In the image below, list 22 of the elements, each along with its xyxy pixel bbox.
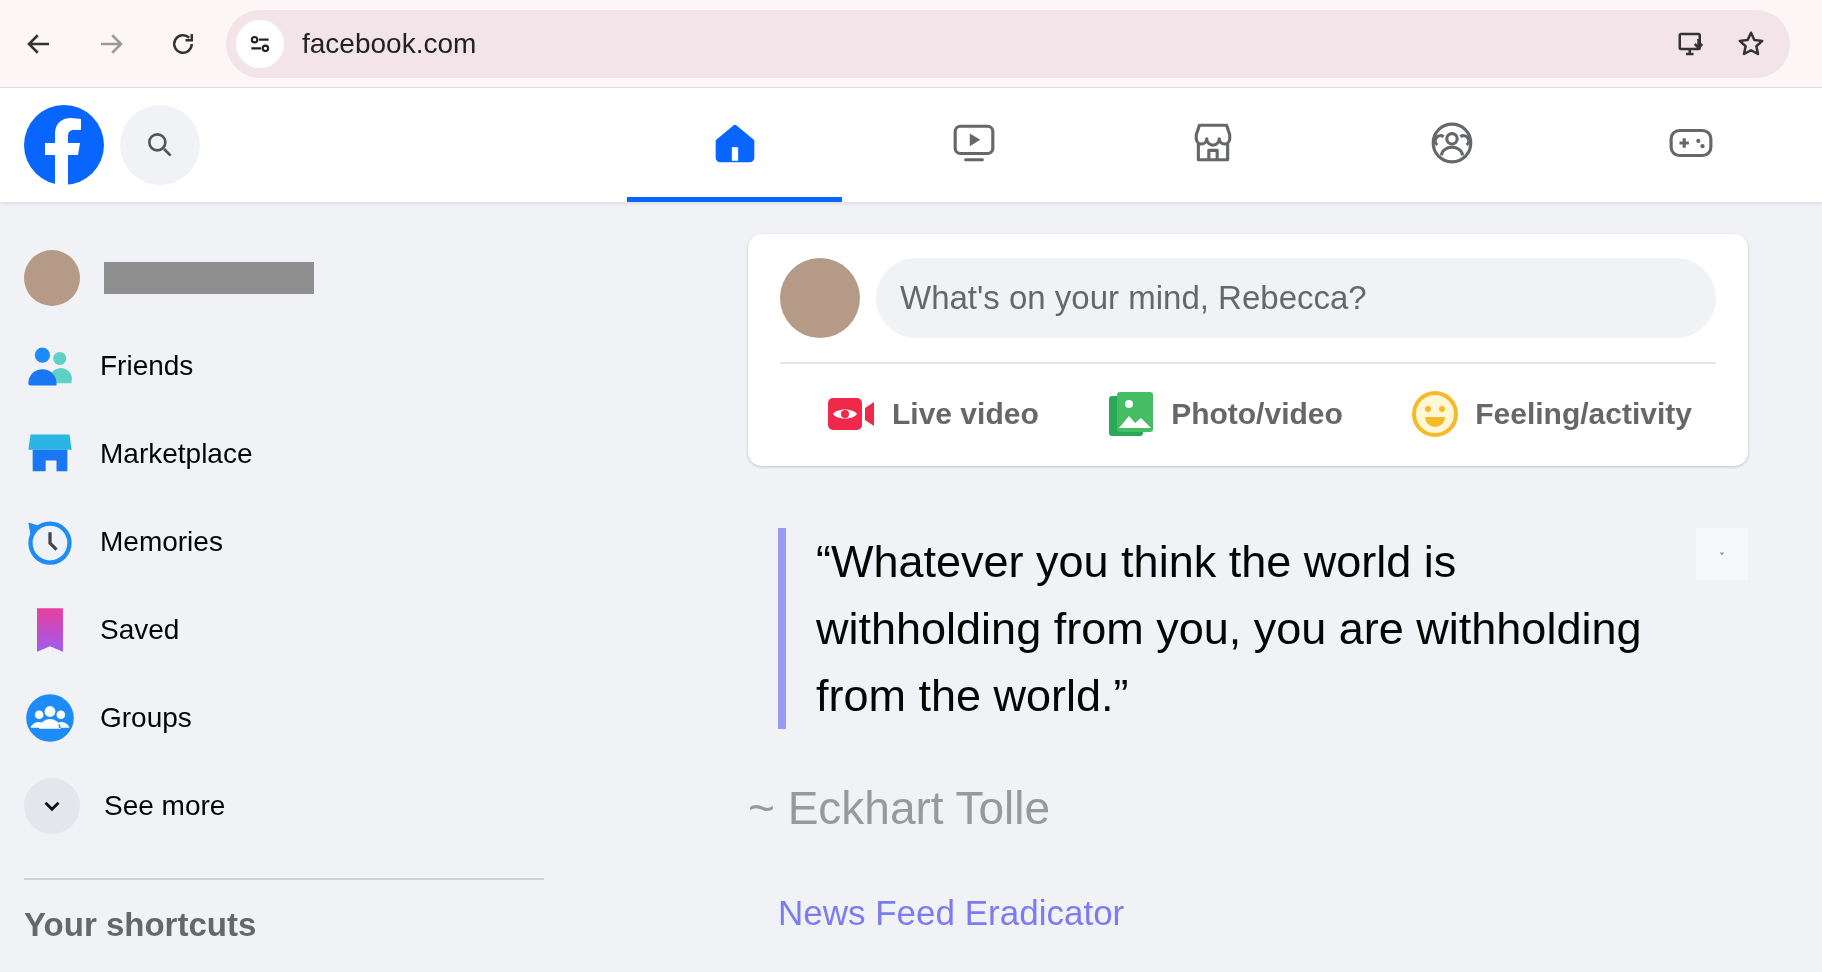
sidebar-item[interactable]: Groups	[24, 674, 544, 762]
sidebar-item[interactable]: See more	[24, 762, 544, 850]
address-bar[interactable]: facebook.com	[226, 9, 1790, 78]
composer-action-button[interactable]: Feeling/activity	[1403, 374, 1700, 454]
smiley-icon	[1411, 390, 1460, 438]
sidebar-item[interactable]: Memories	[24, 498, 544, 586]
caret-icon	[1718, 550, 1726, 558]
quote-text: “Whatever you think the world is withholding from you, you are withholding from the world.”	[778, 528, 1676, 729]
url-text: facebook.com	[302, 27, 477, 60]
sidebar-item[interactable]: Saved	[24, 586, 544, 674]
avatar[interactable]	[24, 250, 80, 306]
sidebar-item[interactable]: Friends	[24, 322, 544, 410]
sidebar-item[interactable]: Marketplace	[24, 410, 544, 498]
composer-action-button[interactable]: Photo/video	[1099, 374, 1351, 454]
shortcuts-heading: Your shortcuts	[24, 906, 258, 944]
groups-icon	[24, 692, 76, 744]
photo-icon	[1107, 390, 1156, 438]
site-settings-icon[interactable]	[236, 19, 284, 68]
composer-action-button[interactable]: Live video	[820, 374, 1047, 454]
logo-icon[interactable]	[24, 105, 104, 185]
quote-author: ~ Eckhart Tolle	[748, 781, 1052, 835]
post-input-field[interactable]: What's on your mind, Rebecca?	[876, 258, 1716, 338]
